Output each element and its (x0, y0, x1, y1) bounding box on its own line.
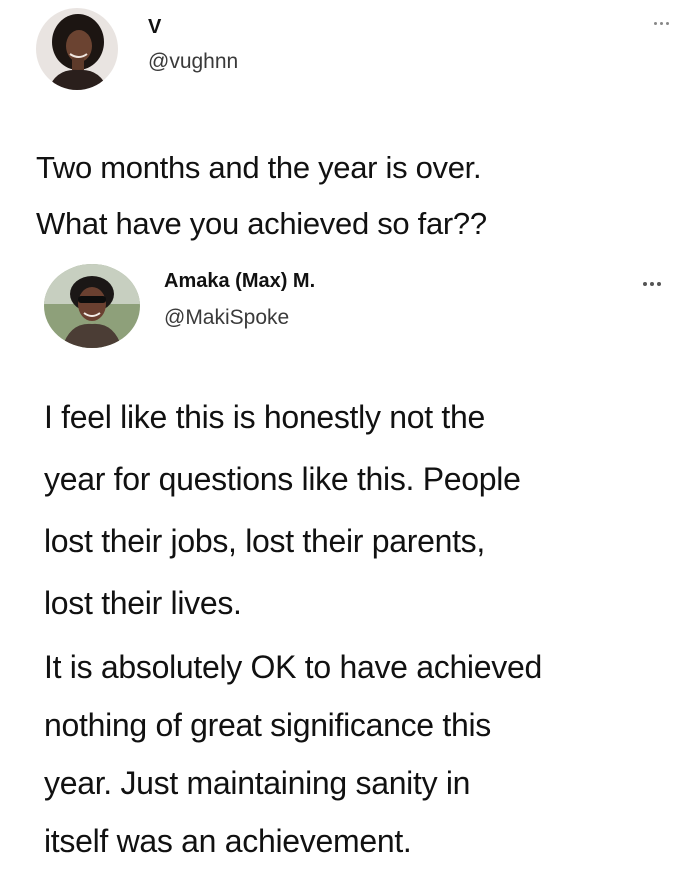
avatar-makispoke[interactable] (44, 264, 140, 348)
tweet-text-line: I feel like this is honestly not the (44, 399, 485, 435)
tweet-text: Two months and the year is over. What ha… (36, 140, 487, 252)
tweet-text-line: lost their jobs, lost their parents, (44, 523, 485, 559)
tweet-original: V @vughnn Two months and the year is ove… (0, 0, 700, 262)
tweet-text-line: year for questions like this. People (44, 461, 521, 497)
more-options-icon[interactable] (643, 282, 661, 286)
tweet-text-line: itself was an achievement. (44, 823, 412, 859)
tweet-text-line: nothing of great significance this (44, 707, 491, 743)
profile-photo-icon (36, 8, 118, 90)
tweet-text-line: It is absolutely OK to have achieved (44, 649, 542, 685)
avatar-vughnn[interactable] (36, 8, 118, 90)
author-handle[interactable]: @vughnn (148, 50, 238, 74)
reply-paragraph-1: I feel like this is honestly not the yea… (44, 386, 521, 634)
profile-photo-icon (44, 264, 140, 348)
tweet-text-line: Two months and the year is over. (36, 150, 482, 185)
author-name[interactable]: V (148, 16, 161, 39)
tweet-text-line: lost their lives. (44, 585, 242, 621)
more-options-icon[interactable] (654, 22, 669, 25)
tweet-text-line: What have you achieved so far?? (36, 206, 487, 241)
author-name[interactable]: Amaka (Max) M. (164, 270, 315, 293)
reply-paragraph-2: It is absolutely OK to have achieved not… (44, 638, 542, 870)
author-handle[interactable]: @MakiSpoke (164, 306, 289, 330)
tweet-text-line: year. Just maintaining sanity in (44, 765, 471, 801)
